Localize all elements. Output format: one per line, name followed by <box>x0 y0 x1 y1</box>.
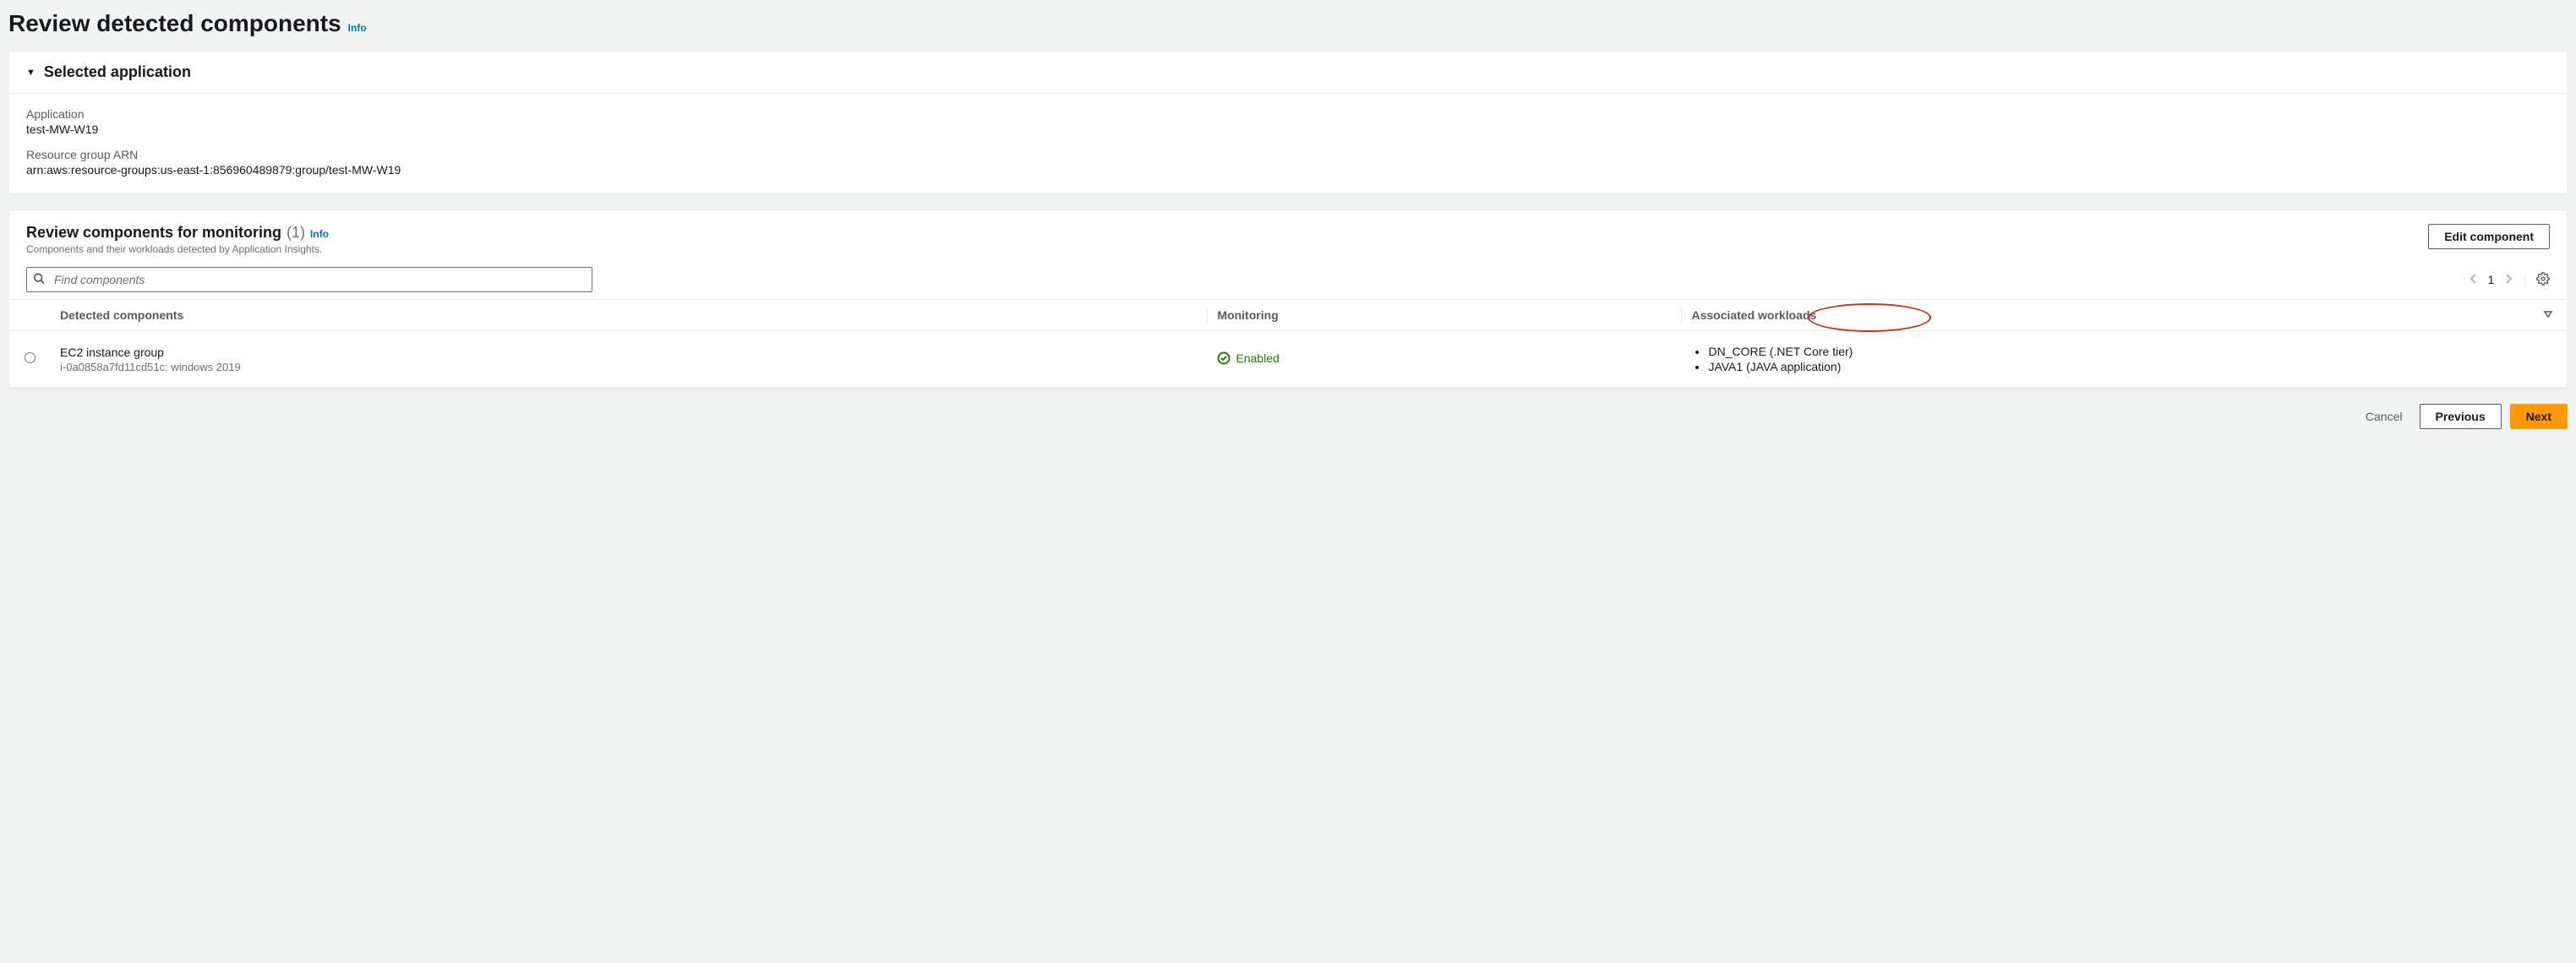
page-header: Review detected components Info <box>0 0 2576 51</box>
toolbar-row: 1 | <box>26 267 2550 292</box>
selected-application-panel: ▼ Selected application Application test-… <box>8 51 2568 194</box>
review-desc: Components and their workloads detected … <box>26 243 329 255</box>
col-workloads-label: Associated workloads <box>1691 308 1816 322</box>
component-sub: i-0a0858a7fd11cd51c: windows 2019 <box>60 361 1197 373</box>
review-components-panel: Review components for monitoring (1) Inf… <box>8 209 2568 389</box>
search-icon <box>33 273 45 287</box>
selected-application-title: Selected application <box>44 63 191 81</box>
previous-button[interactable]: Previous <box>2420 404 2502 429</box>
monitoring-status-text: Enabled <box>1236 351 1279 365</box>
application-label: Application <box>26 107 2550 121</box>
table-row[interactable]: EC2 instance group i-0a0858a7fd11cd51c: … <box>9 331 2567 388</box>
search-input[interactable] <box>26 267 592 292</box>
workload-list: DN_CORE (.NET Core tier) JAVA1 (JAVA app… <box>1691 345 2557 373</box>
info-link[interactable]: Info <box>348 22 367 34</box>
pager-prev-icon[interactable] <box>2470 273 2478 287</box>
components-table: Detected components Monitoring Associate… <box>9 299 2567 388</box>
pager: 1 | <box>2470 272 2550 288</box>
application-field: Application test-MW-W19 <box>26 107 2550 136</box>
review-header: Review components for monitoring (1) Inf… <box>26 224 2550 255</box>
monitoring-status: Enabled <box>1217 351 1279 365</box>
application-value: test-MW-W19 <box>26 122 2550 136</box>
col-workloads[interactable]: Associated workloads <box>1681 300 2533 331</box>
col-monitoring[interactable]: Monitoring <box>1207 300 1681 331</box>
workload-item: JAVA1 (JAVA application) <box>1708 360 2557 373</box>
resource-group-arn-field: Resource group ARN arn:aws:resource-grou… <box>26 148 2550 177</box>
gear-icon[interactable] <box>2536 272 2550 288</box>
pager-next-icon[interactable] <box>2504 273 2513 287</box>
footer-actions: Cancel Previous Next <box>0 404 2576 429</box>
next-button[interactable]: Next <box>2510 404 2568 429</box>
panel-header[interactable]: ▼ Selected application <box>9 52 2567 94</box>
rg-arn-label: Resource group ARN <box>26 148 2550 161</box>
panel-body: Application test-MW-W19 Resource group A… <box>9 94 2567 193</box>
annotation-circle <box>1808 303 1931 332</box>
rg-arn-value: arn:aws:resource-groups:us-east-1:856960… <box>26 163 2550 177</box>
caret-down-icon[interactable]: ▼ <box>26 68 35 78</box>
search-wrap <box>26 267 592 292</box>
col-detected[interactable]: Detected components <box>50 300 1207 331</box>
col-settings[interactable] <box>2533 300 2567 331</box>
review-info-link[interactable]: Info <box>310 228 329 240</box>
component-name: EC2 instance group <box>60 345 1197 359</box>
review-count: (1) <box>287 224 305 242</box>
page-number: 1 <box>2488 273 2495 286</box>
page-title: Review detected components <box>8 10 341 37</box>
check-circle-icon <box>1217 351 1231 365</box>
cancel-button[interactable]: Cancel <box>2357 405 2411 428</box>
workload-item: DN_CORE (.NET Core tier) <box>1708 345 2557 358</box>
col-select <box>9 300 50 331</box>
edit-component-button[interactable]: Edit component <box>2428 224 2550 249</box>
row-radio[interactable] <box>25 352 35 363</box>
review-title: Review components for monitoring <box>26 224 281 242</box>
